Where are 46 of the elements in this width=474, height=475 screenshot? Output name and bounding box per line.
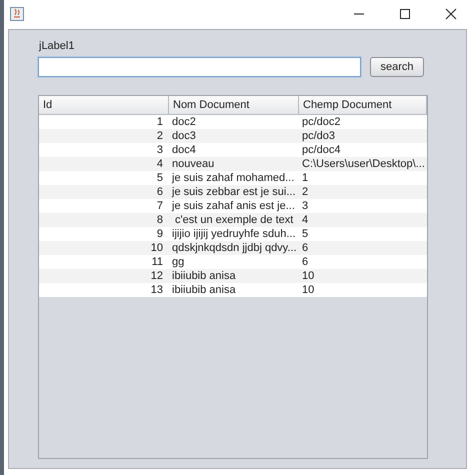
column-header[interactable]: Chemp Document — [299, 96, 427, 115]
table-cell-text: je suis zebbar est je sui... — [170, 185, 297, 199]
table-cell-text: pc/do3 — [301, 129, 336, 143]
column-header[interactable]: Nom Document — [169, 96, 299, 115]
table-cell-text: 6 — [156, 185, 164, 199]
column-header[interactable]: Id — [39, 96, 169, 115]
table-cell-text: gg — [171, 255, 186, 269]
table-cell-text: 1 — [156, 115, 164, 129]
table-cell-text: 8 — [156, 213, 164, 227]
search-button[interactable]: search — [370, 57, 424, 77]
table-cell-text: je suis zahaf mohamed... — [170, 171, 296, 185]
table-cell-text: 2 — [156, 129, 164, 143]
table-cell-text: nouveau — [171, 157, 216, 171]
table-cell-text: 7 — [156, 199, 164, 213]
table-cell-text: 12 — [150, 269, 164, 283]
table-cell-text: doc2 — [171, 115, 197, 129]
table-cell-text: ibiiubib anisa — [171, 283, 237, 297]
table-cell-text: doc4 — [171, 143, 197, 157]
table-cell-text: 6 — [301, 241, 310, 255]
table-cell-text: 4 — [156, 157, 164, 171]
search-field[interactable] — [38, 57, 361, 77]
table-cell-text: 3 — [301, 199, 310, 213]
app-icon — [10, 7, 24, 21]
table-cell-text: doc3 — [171, 129, 197, 143]
table-cell-text: pc/doc4 — [301, 143, 342, 157]
table-cell-text: 10 — [301, 269, 316, 283]
table-cell-text: 11 — [150, 255, 164, 269]
table-cell-text: 5 — [301, 227, 310, 241]
table-cell-text: 6 — [301, 255, 310, 269]
table-cell-text: 9 — [156, 227, 164, 241]
table-cell-text: 1 — [301, 171, 310, 185]
table-cell-text: qdskjnkqdsdn jjdbj qdvy... — [171, 241, 298, 255]
table-cell-text: 2 — [301, 185, 310, 199]
table-cell-text: ibiiubib anisa — [171, 269, 237, 283]
table-cell-text: C:\Users\user\Desktop\... — [301, 157, 426, 171]
table-cell-text: 10 — [150, 241, 164, 255]
label: jLabel1 — [39, 40, 74, 54]
table-cell-text: pc/doc2 — [301, 115, 342, 129]
table-cell-text: 4 — [301, 213, 310, 227]
table-cell-text: 10 — [301, 283, 316, 297]
table-cell-text: 3 — [156, 143, 164, 157]
table-cell-text: je suis zahaf anis est je... — [170, 199, 296, 213]
table-cell-text: ijijio ijijij yedruyhfe sduh... — [171, 227, 296, 241]
table-cell-text: c'est un exemple de text — [174, 213, 294, 227]
table-cell-text: 5 — [156, 171, 164, 185]
table-cell-text: 13 — [150, 283, 164, 297]
